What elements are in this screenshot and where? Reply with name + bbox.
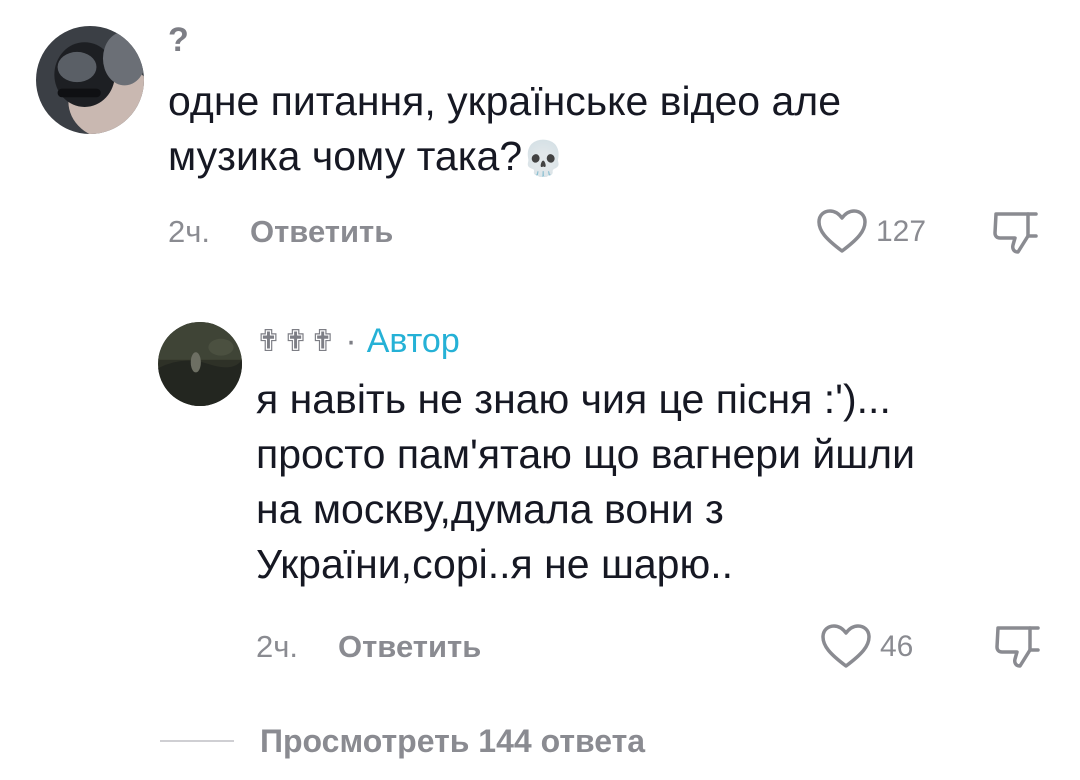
comment-text-line: просто пам'ятаю що вагнери йшли (256, 431, 916, 477)
dislike-button[interactable] (990, 208, 1040, 258)
dislike-icon (993, 212, 1038, 254)
author-badge: Автор (366, 321, 460, 360)
comment-meta: 2ч. Ответить (256, 622, 481, 672)
avatar-image (158, 322, 242, 406)
comment-text-line: музика чому така?💀 (168, 129, 1028, 187)
comment-time: 2ч. (256, 629, 299, 664)
view-replies-button[interactable]: Просмотреть 144 ответа (160, 716, 645, 766)
comment-meta: 2ч. Ответить (168, 207, 393, 257)
comment-text-line: на москву,думала вони з (256, 486, 724, 532)
view-replies-label: Просмотреть 144 ответа (260, 722, 646, 759)
avatar[interactable] (158, 322, 242, 406)
separator-dot: · (345, 321, 357, 360)
comment-text-line: України,сорі..я не шарю.. (256, 541, 733, 587)
reply-button[interactable]: Ответить (338, 629, 481, 665)
comment-text-line-part: музика чому така? (168, 133, 523, 179)
like-button[interactable]: 127 (816, 207, 926, 257)
like-count: 46 (880, 630, 914, 663)
avatar-image (36, 26, 144, 134)
comment-username[interactable]: ? (168, 20, 189, 60)
skull-emoji-icon: 💀 (522, 140, 565, 178)
comment-text: я навіть не знаю чия це пісня :')... про… (256, 372, 1036, 592)
comment-text-line: я навіть не знаю чия це пісня :')... (256, 376, 891, 422)
comment-text-line: одне питання, українське відео але (168, 78, 842, 124)
comment-text: одне питання, українське відео але музик… (168, 74, 1028, 187)
avatar[interactable] (36, 26, 144, 134)
comment-time: 2ч. (168, 214, 211, 249)
comment-username[interactable]: ✟✟✟ (256, 324, 337, 359)
dislike-icon (995, 626, 1040, 668)
like-count: 127 (876, 215, 927, 248)
heart-icon (821, 624, 871, 668)
like-button[interactable]: 46 (820, 622, 913, 672)
divider-line (160, 740, 234, 742)
comment-username-line: ✟✟✟ · Автор (256, 318, 460, 364)
dislike-button[interactable] (992, 622, 1042, 672)
heart-icon (817, 209, 867, 253)
reply-button[interactable]: Ответить (250, 214, 393, 250)
